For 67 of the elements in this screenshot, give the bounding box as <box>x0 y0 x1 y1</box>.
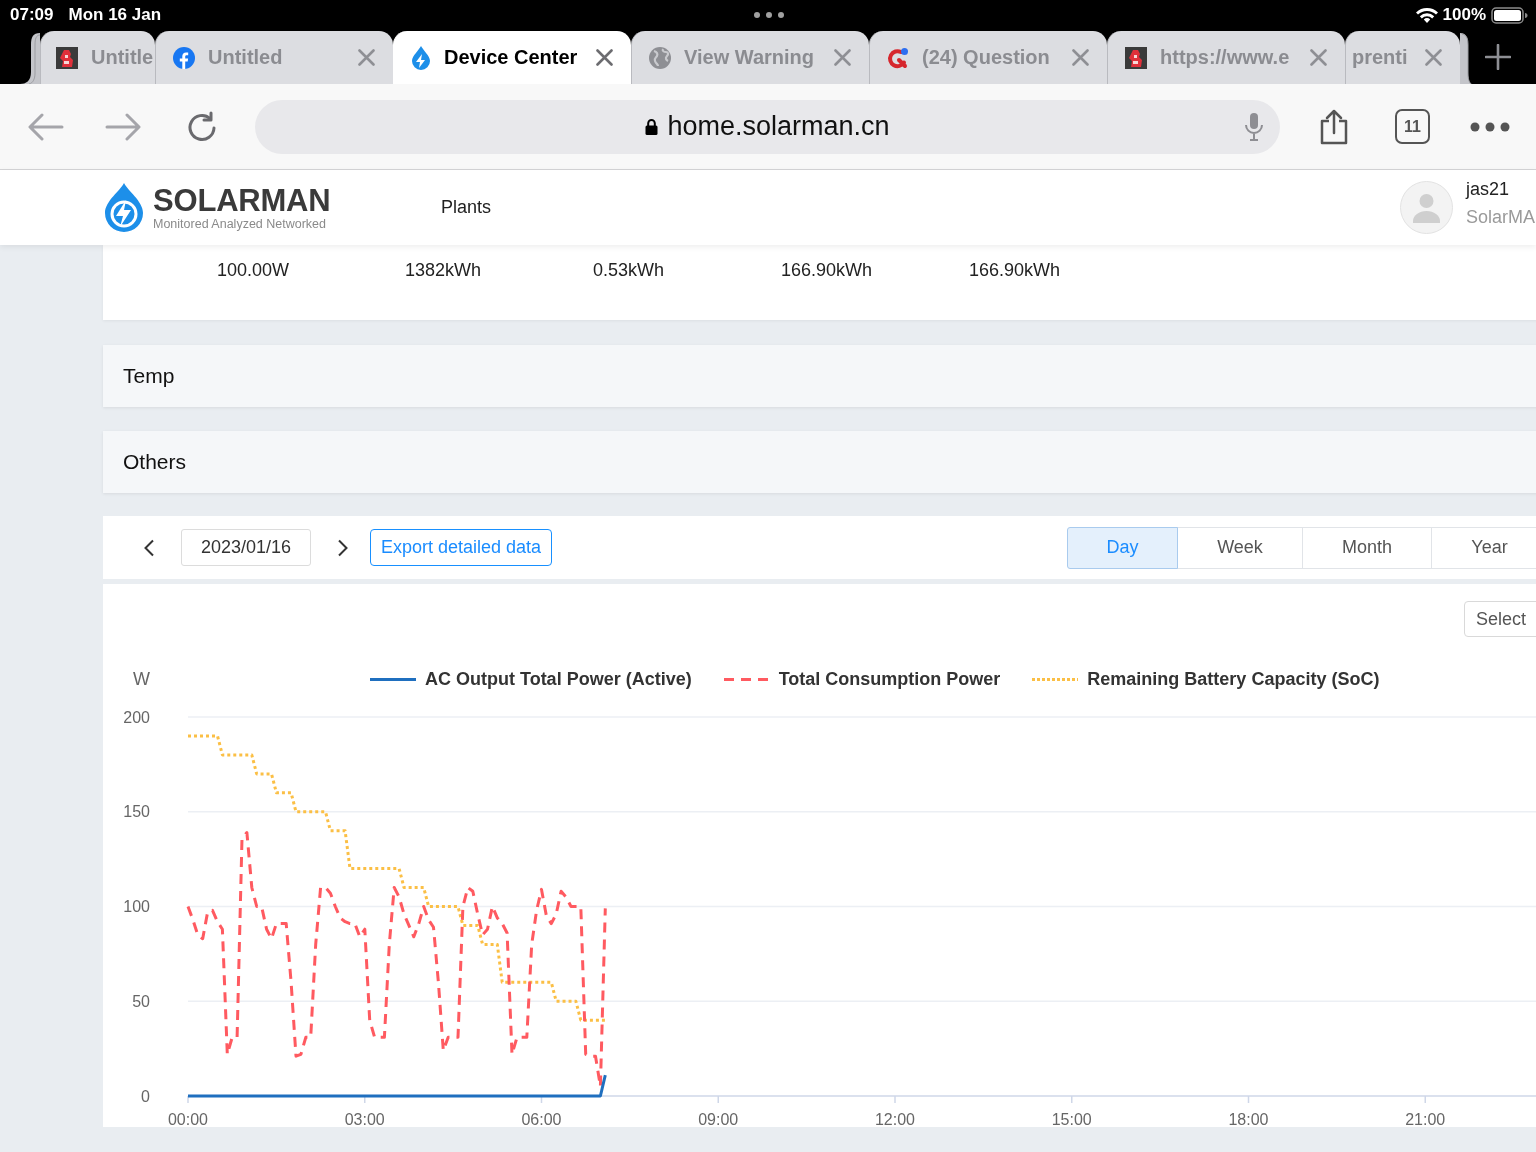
x-tick-label: 06:00 <box>521 1110 562 1127</box>
clock-time: 07:09 <box>10 5 54 25</box>
y-tick-label: 200 <box>123 708 150 726</box>
date-field[interactable]: 2023/01/16 <box>181 529 311 566</box>
section-header[interactable]: Temp <box>103 345 1536 407</box>
x-tick-label: 21:00 <box>1405 1110 1446 1127</box>
date-text: Mon 16 Jan <box>68 5 162 25</box>
legend-item[interactable]: Total Consumption Power <box>723 668 1001 690</box>
f-circle-icon <box>173 46 195 69</box>
x-tick-label: 00:00 <box>168 1110 208 1127</box>
close-icon[interactable] <box>834 49 851 66</box>
axis-unit-label: W <box>133 668 150 690</box>
globe-icon <box>649 46 671 69</box>
url-field[interactable]: home.solarman.cn <box>255 99 1280 154</box>
close-icon[interactable] <box>358 49 375 66</box>
legend-item[interactable]: AC Output Total Power (Active) <box>370 668 692 690</box>
stat-value: 1382kWh <box>405 259 482 281</box>
ring-dot-icon <box>887 46 909 69</box>
section-header[interactable]: Others <box>103 431 1536 493</box>
browser-tab[interactable]: Device Center <box>393 31 631 84</box>
x-tick-label: 15:00 <box>1051 1110 1092 1127</box>
brand-tagline: Monitored Analyzed Networked <box>153 216 326 231</box>
close-icon[interactable] <box>1072 49 1089 66</box>
legend-item[interactable]: Remaining Battery Capacity (SoC) <box>1032 668 1380 690</box>
chevron-left-icon[interactable] <box>143 538 155 557</box>
more-icon[interactable] <box>1470 121 1510 132</box>
plus-icon[interactable] <box>1485 44 1511 70</box>
y-tick-label: 50 <box>132 992 150 1010</box>
lock-icon <box>645 118 659 135</box>
select-dropdown[interactable]: Select <box>1464 601 1536 637</box>
period-tab[interactable]: Week <box>1177 526 1303 569</box>
battery-percent: 100% <box>1442 5 1486 25</box>
figure-picture-icon <box>56 46 78 69</box>
back-arrow-icon[interactable] <box>28 112 64 141</box>
battery-icon <box>1491 6 1528 24</box>
close-icon[interactable] <box>1310 49 1327 66</box>
user-name: jas21 <box>1466 178 1510 200</box>
share-icon[interactable] <box>1318 108 1350 145</box>
reload-icon[interactable] <box>186 110 218 143</box>
stat-value: 0.53kWh <box>593 259 665 281</box>
y-tick-label: 150 <box>123 803 150 821</box>
stat-value: 166.90kWh <box>781 259 873 281</box>
period-tab[interactable]: Year <box>1431 526 1536 569</box>
y-tick-label: 0 <box>141 1087 150 1105</box>
microphone-icon[interactable] <box>1244 111 1264 142</box>
wifi-icon <box>1415 7 1438 23</box>
y-tick-label: 100 <box>123 898 150 915</box>
period-tab[interactable]: Month <box>1302 526 1432 569</box>
x-tick-label: 03:00 <box>344 1110 385 1127</box>
stacked-tabs-drawing <box>1460 31 1472 84</box>
brand-name: SOLARMAN <box>153 184 331 216</box>
close-icon[interactable] <box>596 49 613 66</box>
x-tick-label: 09:00 <box>698 1110 739 1127</box>
logo-icon[interactable] <box>103 182 145 233</box>
figure-picture-icon <box>1125 46 1147 69</box>
user-org: SolarMA <box>1466 206 1536 228</box>
stat-value: 100.00W <box>217 259 290 281</box>
forward-arrow-icon[interactable] <box>105 112 141 141</box>
chevron-right-icon[interactable] <box>337 538 349 557</box>
close-icon[interactable] <box>1425 49 1442 66</box>
stat-value: 166.90kWh <box>969 259 1061 281</box>
x-tick-label: 12:00 <box>875 1110 915 1127</box>
drop-bolt-icon <box>411 45 431 70</box>
tab-count-button[interactable]: 11 <box>1395 109 1430 144</box>
x-tick-label: 18:00 <box>1228 1110 1269 1127</box>
more-dots-icon[interactable] <box>754 12 784 18</box>
nav-link[interactable]: Plants <box>441 197 492 218</box>
